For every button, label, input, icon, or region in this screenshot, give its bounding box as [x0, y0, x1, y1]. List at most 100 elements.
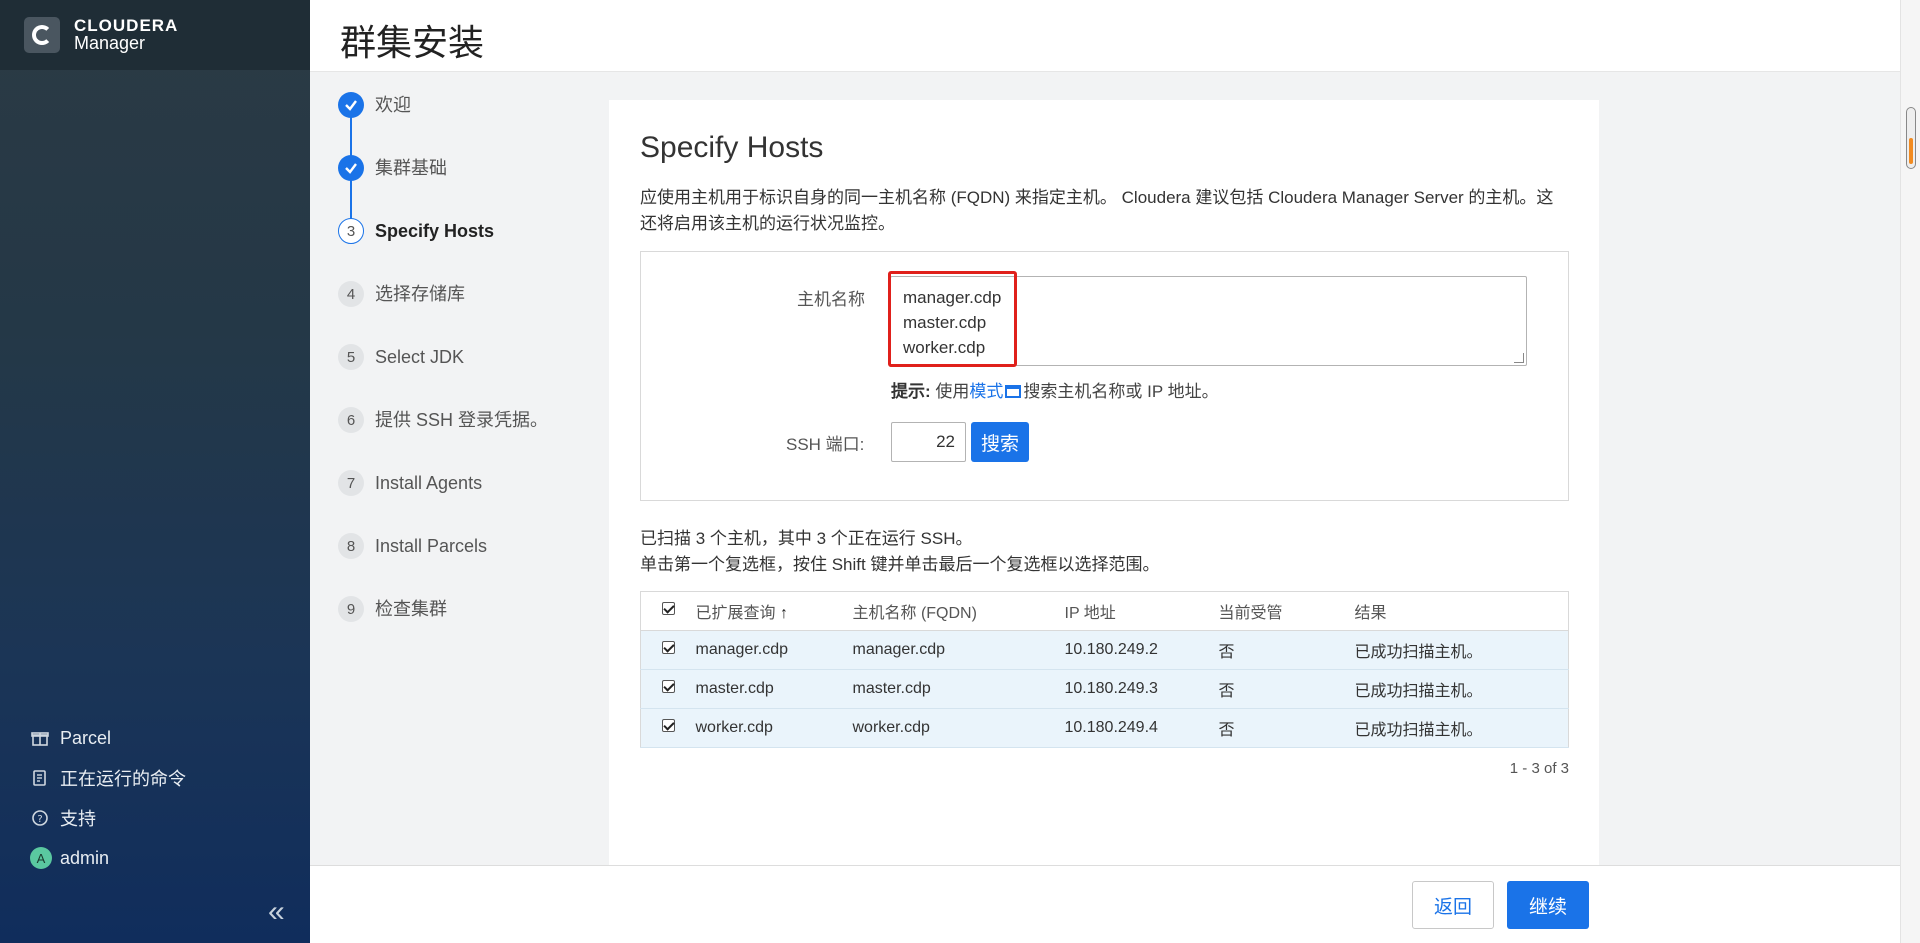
- continue-button[interactable]: 继续: [1507, 881, 1589, 929]
- wizard-steps: 欢迎 集群基础 3 Specify Hosts 4 选择存储库 5 Select…: [338, 92, 548, 659]
- commands-icon: [30, 768, 50, 788]
- step-label: Select JDK: [375, 347, 465, 367]
- pattern-link[interactable]: 模式: [969, 382, 1003, 401]
- pagination-summary: 1 - 3 of 3: [1509, 760, 1569, 777]
- sidebar-item-running-commands[interactable]: 正在运行的命令: [30, 758, 186, 798]
- cell-query: manager.cdp: [695, 630, 853, 670]
- svg-text:?: ?: [37, 814, 42, 825]
- cell-managed: 否: [1218, 669, 1355, 709]
- cell-managed: 否: [1218, 708, 1355, 748]
- wizard-footer: 返回 继续: [310, 865, 1900, 943]
- cell-query: worker.cdp: [695, 708, 853, 748]
- step-specify-hosts[interactable]: 3 Specify Hosts: [338, 218, 548, 281]
- scrollbar-thumb[interactable]: [1906, 107, 1916, 169]
- avatar: A: [30, 847, 52, 869]
- popup-window-icon[interactable]: [1005, 385, 1022, 398]
- step-label: 检查集群: [375, 599, 447, 619]
- select-all-checkbox[interactable]: [640, 591, 696, 631]
- step-label: Install Parcels: [375, 536, 488, 556]
- checkbox-checked-icon: [661, 641, 675, 654]
- hosts-table: 已扩展查询 ↑ 主机名称 (FQDN) IP 地址 当前受管 结果 manage…: [640, 591, 1569, 748]
- step-label: Specify Hosts: [375, 221, 495, 241]
- sidebar-item-user[interactable]: A admin: [30, 838, 186, 878]
- cell-query: master.cdp: [695, 669, 853, 709]
- step-number: 9: [338, 596, 364, 622]
- section-description: 应使用主机用于标识自身的同一主机名称 (FQDN) 来指定主机。 Clouder…: [640, 188, 1554, 233]
- brand-name: CLOUDERA: [74, 15, 179, 35]
- page-scrollbar[interactable]: [1900, 0, 1920, 943]
- step-cluster-basics[interactable]: 集群基础: [338, 155, 548, 218]
- step-label: 欢迎: [375, 95, 411, 115]
- step-number: 4: [338, 281, 364, 307]
- table-row: master.cdp master.cdp 10.180.249.3 否 已成功…: [640, 669, 1569, 709]
- table-row: manager.cdp manager.cdp 10.180.249.2 否 已…: [640, 630, 1569, 670]
- step-label: Install Agents: [375, 473, 483, 493]
- check-icon: [338, 92, 364, 118]
- cloudera-logo-icon: [24, 17, 60, 53]
- sidebar-item-label: admin: [60, 847, 110, 868]
- cell-ip: 10.180.249.3: [1064, 669, 1219, 709]
- column-fqdn[interactable]: 主机名称 (FQDN): [852, 591, 1065, 631]
- cell-ip: 10.180.249.4: [1064, 708, 1219, 748]
- checkbox-checked-icon: [661, 719, 675, 732]
- checkbox-checked-icon: [661, 680, 675, 693]
- step-number: 7: [338, 470, 364, 496]
- cell-fqdn: manager.cdp: [852, 630, 1065, 670]
- search-hint: 提示: 使用模式 搜索主机名称或 IP 地址。: [891, 382, 1219, 401]
- cell-result: 已成功扫描主机。: [1354, 630, 1569, 670]
- step-number: 6: [338, 407, 364, 433]
- row-checkbox[interactable]: [640, 630, 696, 670]
- sidebar-item-support[interactable]: ? 支持: [30, 798, 186, 838]
- step-ssh-credentials: 6 提供 SSH 登录凭据。: [338, 407, 548, 470]
- page-title: 群集安装: [340, 22, 485, 63]
- hostname-label: 主机名称: [797, 290, 865, 309]
- sort-ascending-icon: ↑: [779, 605, 788, 622]
- step-number: 3: [338, 218, 364, 244]
- row-checkbox[interactable]: [640, 708, 696, 748]
- step-select-repository: 4 选择存储库: [338, 281, 548, 344]
- collapse-sidebar-icon[interactable]: «: [268, 895, 285, 929]
- brand-product: Manager: [74, 33, 146, 54]
- sidebar-bottom-nav: Parcel 正在运行的命令 ? 支持 A admin: [30, 718, 186, 878]
- step-welcome[interactable]: 欢迎: [338, 92, 548, 155]
- step-number: 5: [338, 344, 364, 370]
- logo[interactable]: CLOUDERA Manager: [0, 0, 310, 70]
- search-button[interactable]: 搜索: [971, 422, 1029, 462]
- section-title: Specify Hosts: [640, 131, 824, 164]
- checkbox-checked-icon: [661, 602, 675, 615]
- back-button[interactable]: 返回: [1412, 881, 1494, 929]
- sidebar-item-label: Parcel: [60, 727, 112, 748]
- ssh-port-label: SSH 端口:: [786, 435, 865, 454]
- sidebar-item-label: 支持: [60, 809, 96, 829]
- sidebar: CLOUDERA Manager Parcel 正在运行的命令 ? 支持 A a…: [0, 0, 310, 943]
- table-header-row: 已扩展查询 ↑ 主机名称 (FQDN) IP 地址 当前受管 结果: [640, 591, 1569, 631]
- page-header: 群集安装: [310, 0, 1900, 72]
- cell-result: 已成功扫描主机。: [1354, 708, 1569, 748]
- step-inspect-cluster: 9 检查集群: [338, 596, 548, 659]
- cell-managed: 否: [1218, 630, 1355, 670]
- cell-fqdn: master.cdp: [852, 669, 1065, 709]
- cell-ip: 10.180.249.2: [1064, 630, 1219, 670]
- gift-icon: [30, 728, 50, 748]
- ssh-port-input[interactable]: 22: [891, 422, 966, 462]
- main-panel: Specify Hosts 应使用主机用于标识自身的同一主机名称 (FQDN) …: [609, 100, 1599, 870]
- step-label: 集群基础: [375, 158, 447, 178]
- row-checkbox[interactable]: [640, 669, 696, 709]
- scan-summary: 已扫描 3 个主机，其中 3 个正在运行 SSH。 单击第一个复选框，按住 Sh…: [640, 529, 1160, 574]
- sidebar-item-parcel[interactable]: Parcel: [30, 718, 186, 758]
- column-expanded-query[interactable]: 已扩展查询 ↑: [695, 591, 853, 631]
- column-managed[interactable]: 当前受管: [1218, 591, 1355, 631]
- help-icon: ?: [30, 808, 50, 828]
- step-select-jdk: 5 Select JDK: [338, 344, 548, 407]
- step-install-agents: 7 Install Agents: [338, 470, 548, 533]
- resize-handle-icon[interactable]: [1514, 353, 1524, 363]
- cell-result: 已成功扫描主机。: [1354, 669, 1569, 709]
- check-icon: [338, 155, 364, 181]
- table-row: worker.cdp worker.cdp 10.180.249.4 否 已成功…: [640, 708, 1569, 748]
- step-install-parcels: 8 Install Parcels: [338, 533, 548, 596]
- column-result[interactable]: 结果: [1354, 591, 1569, 631]
- host-search-form: 主机名称 manager.cdp master.cdp worker.cdp 提…: [640, 251, 1569, 501]
- column-ip[interactable]: IP 地址: [1064, 591, 1219, 631]
- step-number: 8: [338, 533, 364, 559]
- step-label: 选择存储库: [375, 284, 465, 304]
